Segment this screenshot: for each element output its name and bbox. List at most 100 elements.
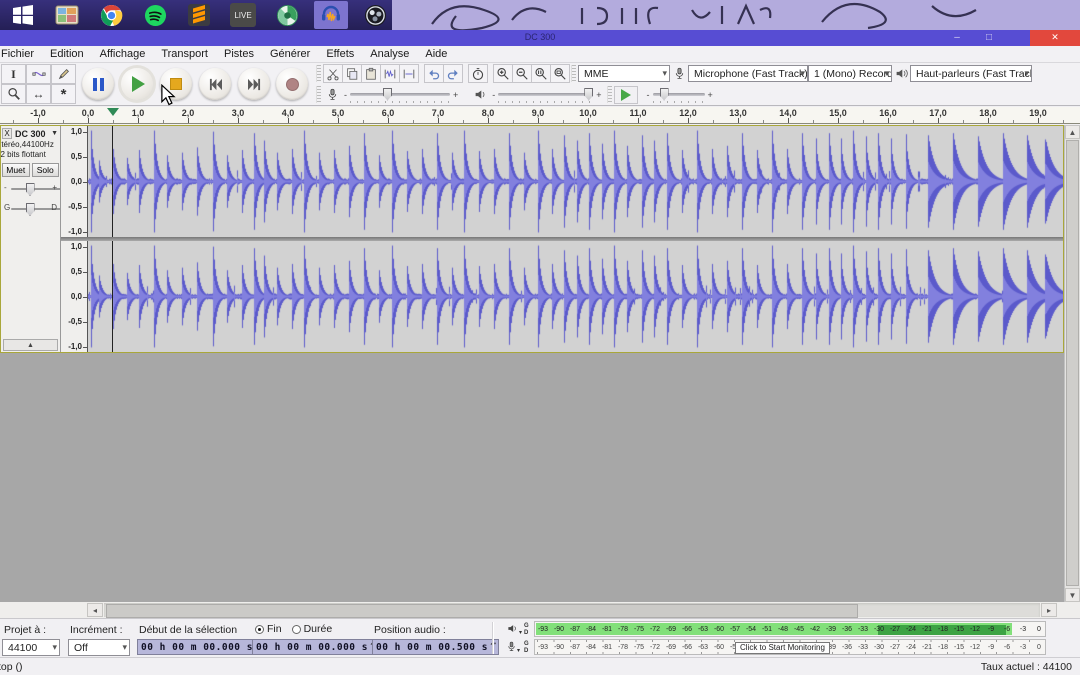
menu-transport[interactable]: Transport — [153, 47, 216, 61]
toolbar-grip[interactable] — [316, 86, 321, 103]
mute-button[interactable]: Muet — [2, 163, 30, 177]
taskbar-icon-obs[interactable] — [358, 1, 392, 29]
end-radio[interactable]: Fin — [255, 623, 282, 635]
scroll-up-arrow[interactable]: ▲ — [1065, 125, 1080, 139]
menu-pistes[interactable]: Pistes — [216, 47, 262, 61]
duration-radio[interactable]: Durée — [292, 623, 333, 635]
gain-thumb[interactable] — [26, 183, 35, 196]
pause-button[interactable] — [82, 68, 114, 100]
zoom-out-button[interactable] — [512, 64, 532, 83]
draw-tool-button[interactable] — [51, 64, 76, 84]
window-titlebar[interactable]: DC 300 – □ ✕ — [0, 30, 1080, 46]
selection-start-field[interactable]: 00 h 00 m 00.000 s — [137, 639, 264, 655]
end-radio-dot[interactable] — [255, 625, 264, 634]
menu-generer[interactable]: Générer — [262, 47, 318, 61]
stop-button[interactable] — [160, 68, 192, 100]
toolbar-grip[interactable] — [607, 86, 612, 103]
skip-end-button[interactable] — [238, 68, 270, 100]
playback-speed-thumb[interactable] — [660, 88, 669, 101]
recording-volume-thumb[interactable] — [383, 88, 392, 101]
cut-button[interactable] — [323, 64, 343, 83]
copy-button[interactable] — [342, 64, 362, 83]
horizontal-scroll-track[interactable] — [104, 603, 1040, 617]
taskbar-icon-sublime[interactable] — [182, 1, 216, 29]
playback-volume-slider[interactable] — [498, 88, 593, 102]
taskbar-icon-audacity[interactable] — [314, 1, 348, 29]
toolbar-grip[interactable] — [571, 65, 576, 82]
waveform-left[interactable] — [88, 126, 1063, 237]
minimize-button[interactable]: – — [944, 30, 970, 46]
vertical-scale-left[interactable]: 1,00,50,0-0,5-1,0 — [61, 126, 88, 237]
track-collapse-button[interactable]: ▲ — [3, 339, 58, 351]
fit-project-button[interactable] — [550, 64, 570, 83]
taskbar-icon-windows[interactable] — [6, 1, 40, 29]
selection-end-field[interactable]: 00 h 00 m 00.000 s — [252, 639, 379, 655]
multi-tool-button[interactable]: * — [51, 84, 76, 104]
pan-thumb[interactable] — [26, 203, 35, 216]
playback-speed-slider[interactable] — [653, 88, 705, 102]
taskbar-icon-spotify[interactable] — [138, 1, 172, 29]
menu-edition[interactable]: Edition — [42, 47, 92, 61]
vertical-scrollbar[interactable]: ▲ ▼ — [1064, 125, 1080, 602]
zoom-tool-button[interactable] — [1, 84, 26, 104]
waveform-right[interactable] — [88, 241, 1063, 352]
scroll-right-arrow[interactable]: ▸ — [1041, 603, 1057, 617]
fit-selection-button[interactable] — [531, 64, 551, 83]
recording-volume-slider[interactable] — [350, 88, 450, 102]
track-area[interactable]: X DC 300 ▼ Stéréo,44100Hz 32 bits flotta… — [0, 125, 1080, 602]
pan-slider[interactable]: G D — [3, 201, 58, 217]
recording-device-select[interactable]: Microphone (Fast Track) — [688, 65, 808, 82]
audio-host-select[interactable]: MME — [578, 65, 670, 82]
close-button[interactable]: ✕ — [1030, 30, 1080, 46]
menu-affichage[interactable]: Affichage — [92, 47, 154, 61]
playback-device-select[interactable]: Haut-parleurs (Fast Track) — [910, 65, 1032, 82]
toolbar-grip[interactable] — [316, 65, 321, 82]
record-button[interactable] — [276, 68, 308, 100]
menu-fichier[interactable]: Fichier — [0, 47, 42, 61]
envelope-tool-button[interactable] — [26, 64, 51, 84]
recording-meter[interactable]: -93-90-87-84-81-78-75-72-69-66-63-60-57-… — [534, 639, 1046, 655]
selection-tool-button[interactable]: I — [1, 64, 26, 84]
redo-button[interactable] — [443, 64, 463, 83]
track-close-button[interactable]: X — [2, 128, 12, 139]
timer-record-button[interactable] — [468, 64, 488, 83]
menu-effets[interactable]: Effets — [318, 47, 362, 61]
maximize-button[interactable]: □ — [976, 30, 1002, 46]
undo-button[interactable] — [424, 64, 444, 83]
trim-button[interactable] — [380, 64, 400, 83]
play-button[interactable] — [121, 68, 153, 100]
recording-channels-select[interactable]: 1 (Mono) Recordi — [808, 65, 892, 82]
track-menu-arrow-icon[interactable]: ▼ — [51, 130, 60, 137]
skip-start-button[interactable] — [199, 68, 231, 100]
play-at-speed-button[interactable] — [614, 86, 638, 104]
menu-analyse[interactable]: Analyse — [362, 47, 417, 61]
menu-aide[interactable]: Aide — [417, 47, 455, 61]
quick-play-marker[interactable] — [107, 108, 119, 116]
timeshift-tool-button[interactable]: ↔ — [26, 84, 51, 104]
taskbar-icon-chrome[interactable] — [94, 1, 128, 29]
vertical-scale-right[interactable]: 1,00,50,0-0,5-1,0 — [61, 241, 88, 352]
solo-button[interactable]: Solo — [32, 163, 60, 177]
horizontal-scroll-thumb[interactable] — [106, 604, 858, 618]
timeline-ruler[interactable]: -2,0-1,00,01,02,03,04,05,06,07,08,09,010… — [0, 107, 1080, 124]
duration-radio-dot[interactable] — [292, 625, 301, 634]
start-monitoring-button[interactable]: Click to Start Monitoring — [735, 642, 830, 654]
scroll-down-arrow[interactable]: ▼ — [1065, 588, 1080, 602]
taskbar-icon-photos[interactable] — [50, 1, 84, 29]
playback-meter[interactable]: -93-90-87-84-81-78-75-72-69-66-63-60-57-… — [534, 621, 1046, 637]
snap-select[interactable]: Off — [68, 639, 130, 656]
taskbar-icon-recorder[interactable] — [270, 1, 304, 29]
paste-button[interactable] — [361, 64, 381, 83]
scroll-left-arrow[interactable]: ◂ — [87, 603, 103, 617]
zoom-in-button[interactable] — [493, 64, 513, 83]
audio-position-field[interactable]: 00 h 00 m 00.500 s — [372, 639, 499, 655]
playback-meter-scale-label: -87 — [570, 625, 580, 635]
taskbar-icon-live[interactable]: LIVE — [226, 1, 260, 29]
silence-button[interactable] — [399, 64, 419, 83]
track-name[interactable]: DC 300 — [12, 129, 46, 139]
horizontal-scrollbar[interactable]: ◂ ▸ — [0, 602, 1080, 618]
playback-volume-thumb[interactable] — [584, 88, 593, 101]
gain-slider[interactable]: - + — [3, 181, 58, 197]
project-rate-select[interactable]: 44100 — [2, 639, 60, 656]
vertical-scroll-thumb[interactable] — [1066, 140, 1079, 586]
